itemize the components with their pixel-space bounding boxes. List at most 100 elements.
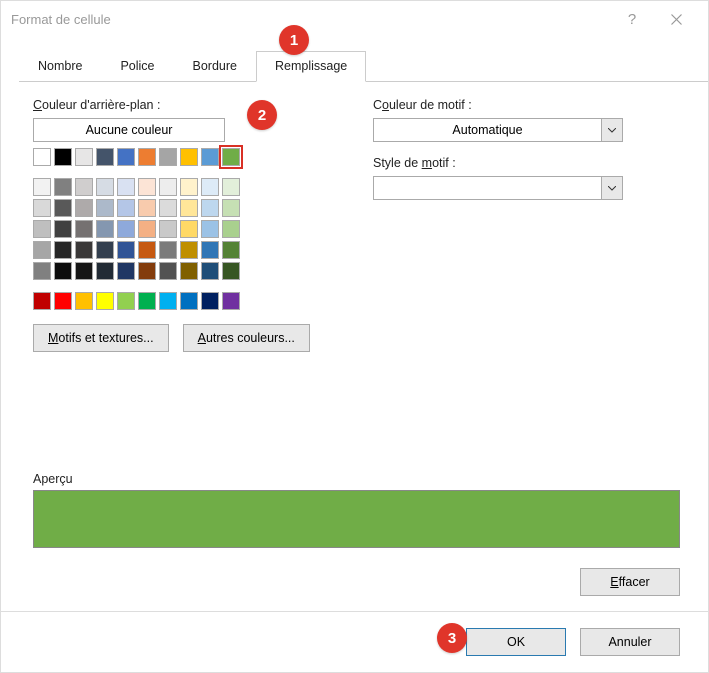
color-swatch[interactable] (138, 199, 156, 217)
pattern-color-value: Automatique (373, 118, 601, 142)
color-swatch[interactable] (180, 292, 198, 310)
color-swatch[interactable] (54, 241, 72, 259)
color-swatch[interactable] (222, 292, 240, 310)
fill-effects-button[interactable]: Motifs et textures... (33, 324, 169, 352)
color-swatch[interactable] (75, 292, 93, 310)
color-swatch[interactable] (201, 262, 219, 280)
color-swatch[interactable] (33, 178, 51, 196)
preview-label: Aperçu (33, 472, 680, 486)
color-swatch[interactable] (159, 148, 177, 166)
color-swatch[interactable] (33, 220, 51, 238)
pattern-style-label: Style de motif : (373, 156, 680, 170)
color-swatch[interactable] (33, 262, 51, 280)
color-swatch[interactable] (222, 220, 240, 238)
color-swatch[interactable] (222, 148, 240, 166)
pattern-color-dropdown[interactable]: Automatique (373, 118, 623, 142)
color-swatch[interactable] (180, 262, 198, 280)
color-swatch[interactable] (159, 199, 177, 217)
close-button[interactable] (654, 1, 698, 37)
color-swatch[interactable] (96, 220, 114, 238)
color-swatch[interactable] (75, 220, 93, 238)
ok-button[interactable]: OK (466, 628, 566, 656)
color-swatch[interactable] (96, 178, 114, 196)
pattern-style-value (373, 176, 601, 200)
color-swatch[interactable] (54, 262, 72, 280)
pattern-style-dropdown[interactable] (373, 176, 623, 200)
color-swatch[interactable] (96, 148, 114, 166)
color-swatch[interactable] (75, 148, 93, 166)
pattern-color-label: Couleur de motif : (373, 98, 680, 112)
color-swatch[interactable] (138, 262, 156, 280)
dropdown-icon[interactable] (601, 118, 623, 142)
standard-color-row (33, 292, 249, 310)
color-swatch[interactable] (180, 241, 198, 259)
color-swatch[interactable] (54, 220, 72, 238)
bg-color-label: Couleur d'arrière-plan : (33, 98, 333, 112)
color-swatch[interactable] (117, 178, 135, 196)
clear-button[interactable]: Effacer (580, 568, 680, 596)
color-swatch[interactable] (180, 199, 198, 217)
callout-1: 1 (279, 25, 309, 55)
color-swatch[interactable] (117, 241, 135, 259)
color-swatch[interactable] (222, 178, 240, 196)
color-swatch[interactable] (33, 148, 51, 166)
callout-3: 3 (437, 623, 467, 653)
color-swatch[interactable] (33, 292, 51, 310)
color-swatch[interactable] (54, 199, 72, 217)
color-swatch[interactable] (117, 292, 135, 310)
color-swatch[interactable] (180, 178, 198, 196)
color-swatch[interactable] (117, 220, 135, 238)
color-swatch[interactable] (96, 241, 114, 259)
color-swatch[interactable] (159, 178, 177, 196)
color-swatch[interactable] (159, 292, 177, 310)
color-swatch[interactable] (180, 220, 198, 238)
color-swatch[interactable] (33, 241, 51, 259)
color-swatch[interactable] (201, 148, 219, 166)
more-colors-button[interactable]: Autres couleurs... (183, 324, 310, 352)
color-swatch[interactable] (138, 292, 156, 310)
color-swatch[interactable] (222, 241, 240, 259)
color-swatch[interactable] (138, 148, 156, 166)
color-swatch[interactable] (54, 148, 72, 166)
color-swatch[interactable] (75, 262, 93, 280)
color-swatch[interactable] (75, 178, 93, 196)
cancel-button[interactable]: Annuler (580, 628, 680, 656)
color-swatch[interactable] (117, 262, 135, 280)
color-swatch[interactable] (222, 199, 240, 217)
theme-shades-grid (33, 178, 249, 280)
color-swatch[interactable] (159, 241, 177, 259)
color-swatch[interactable] (96, 262, 114, 280)
color-swatch[interactable] (201, 292, 219, 310)
color-swatch[interactable] (222, 262, 240, 280)
color-swatch[interactable] (201, 199, 219, 217)
color-swatch[interactable] (75, 199, 93, 217)
help-button[interactable]: ? (610, 11, 654, 28)
color-swatch[interactable] (54, 292, 72, 310)
tab-police[interactable]: Police (101, 51, 173, 81)
color-swatch[interactable] (54, 178, 72, 196)
color-swatch[interactable] (117, 148, 135, 166)
color-swatch[interactable] (159, 262, 177, 280)
no-color-button[interactable]: Aucune couleur (33, 118, 225, 142)
color-swatch[interactable] (33, 199, 51, 217)
color-swatch[interactable] (201, 178, 219, 196)
dropdown-icon[interactable] (601, 176, 623, 200)
tab-remplissage[interactable]: Remplissage (256, 51, 366, 82)
tab-nombre[interactable]: Nombre (19, 51, 101, 81)
color-swatch[interactable] (96, 292, 114, 310)
color-swatch[interactable] (75, 241, 93, 259)
tab-bar: NombrePoliceBordureRemplissage (19, 51, 708, 82)
color-swatch[interactable] (138, 178, 156, 196)
color-swatch[interactable] (201, 241, 219, 259)
color-swatch[interactable] (117, 199, 135, 217)
callout-2: 2 (247, 100, 277, 130)
color-swatch[interactable] (201, 220, 219, 238)
tab-bordure[interactable]: Bordure (174, 51, 256, 81)
color-swatch[interactable] (96, 199, 114, 217)
color-swatch[interactable] (138, 241, 156, 259)
color-swatch[interactable] (180, 148, 198, 166)
theme-color-row (33, 148, 249, 166)
color-swatch[interactable] (159, 220, 177, 238)
preview-box (33, 490, 680, 548)
color-swatch[interactable] (138, 220, 156, 238)
